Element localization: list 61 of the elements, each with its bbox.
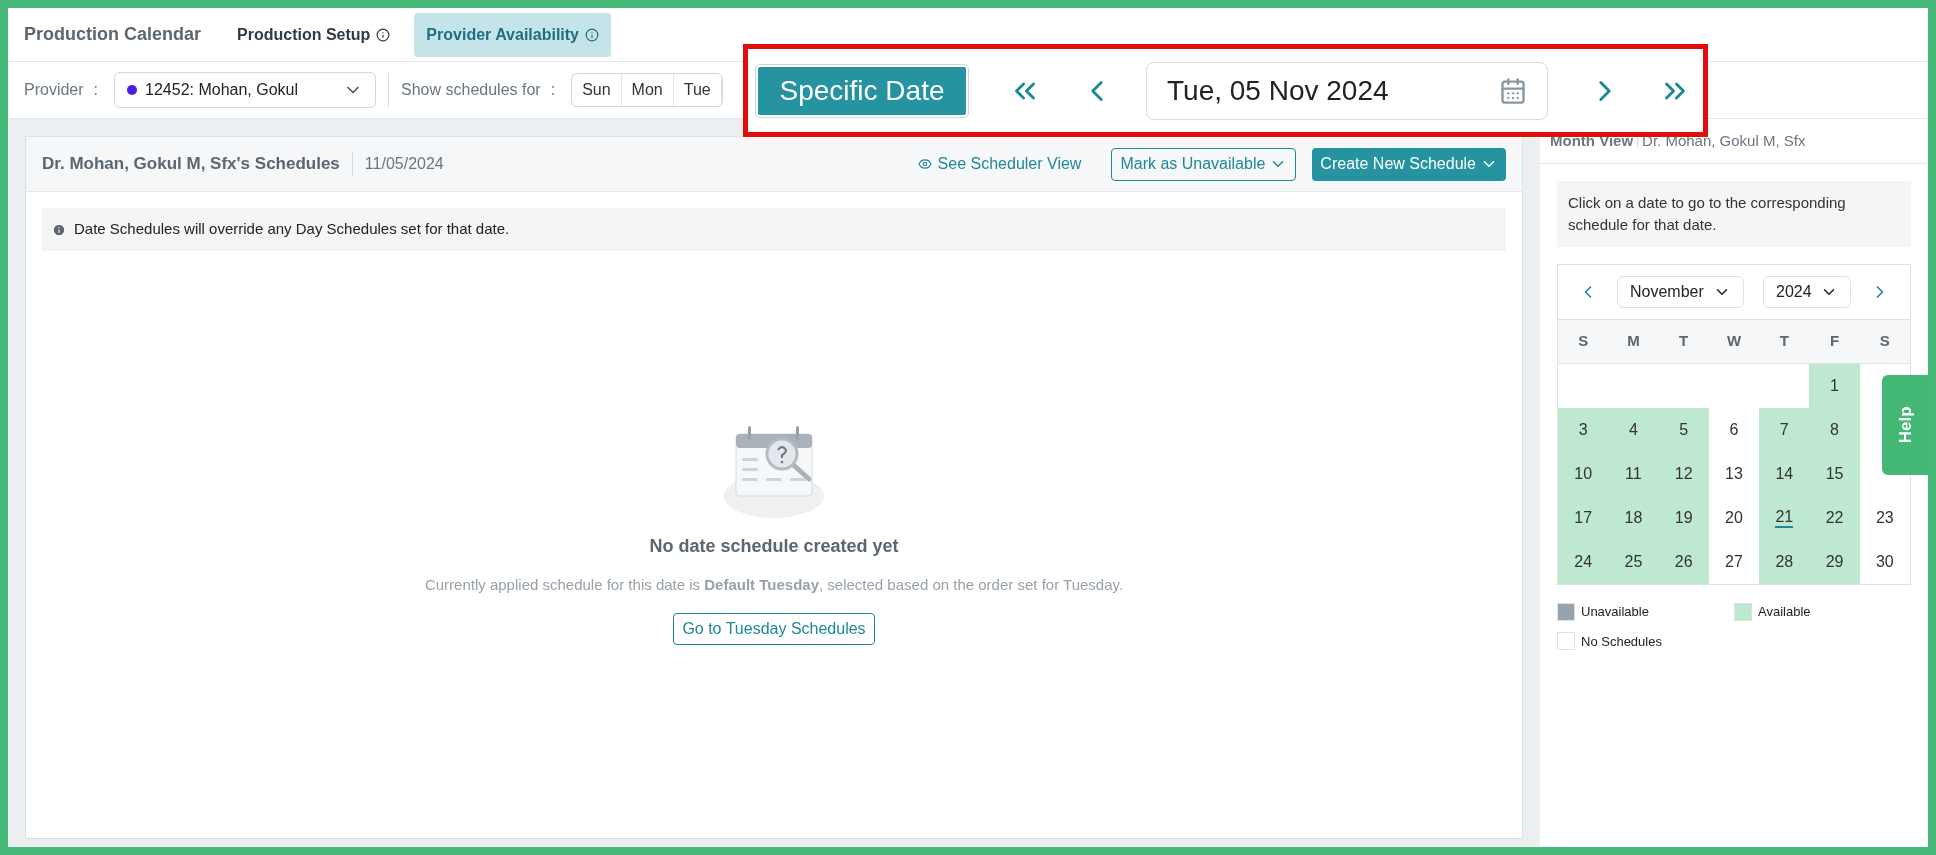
mark-unavailable-button[interactable]: Mark as Unavailable <box>1111 147 1297 181</box>
calendar-day[interactable]: 3 <box>1558 408 1609 452</box>
calendar-day[interactable]: 11 <box>1608 452 1659 496</box>
page-tab[interactable]: Production Setup <box>225 12 403 57</box>
calendar-day[interactable]: 21 <box>1759 496 1810 540</box>
separator: : <box>93 80 99 100</box>
year-dropdown[interactable]: 2024 <box>1763 276 1851 308</box>
empty-heading: No date schedule created yet <box>649 535 899 558</box>
hint-text: Click on a date to go to the corresponding schedule for that date. <box>1568 193 1847 235</box>
weekday-header: S <box>1878 331 1891 352</box>
create-schedule-button[interactable]: Create New Schedule <box>1312 147 1506 181</box>
notice-text: Date Schedules will override any Day Schedules set for that date. <box>74 219 510 240</box>
empty-message: Currently applied schedule for this date is Default Tuesday, selected based on the order set for Tuesday. <box>424 575 1124 595</box>
calendar-day[interactable]: 28 <box>1759 540 1810 584</box>
legend-label: Unavailable <box>1581 603 1649 621</box>
info-icon <box>52 222 66 237</box>
calendar-day[interactable]: 25 <box>1608 540 1659 584</box>
weekday-header: F <box>1828 331 1841 352</box>
calendar-day[interactable]: 10 <box>1558 452 1609 496</box>
separator: : <box>550 80 556 100</box>
calendar-day[interactable]: 22 <box>1809 496 1860 540</box>
calendar-day[interactable]: 15 <box>1809 452 1860 496</box>
day-tab[interactable]: Tue <box>673 74 722 106</box>
panel-title: Dr. Mohan, Gokul M, Sfx's Schedules <box>42 153 340 176</box>
panel-date: 11/05/2024 <box>364 154 445 174</box>
calendar-day[interactable]: 29 <box>1809 540 1860 584</box>
calendar-day[interactable]: 4 <box>1608 408 1659 452</box>
provider-dropdown[interactable]: 12452: Mohan, Gokul <box>114 72 377 108</box>
show-schedules-label: Show schedules for <box>401 80 541 100</box>
calendar-day[interactable]: 17 <box>1558 496 1609 540</box>
day-tab[interactable]: Sun <box>572 74 622 106</box>
calendar-icon <box>1499 76 1527 105</box>
eye-icon <box>917 157 932 171</box>
calendar-day[interactable]: 19 <box>1658 496 1709 540</box>
calendar-day[interactable]: 14 <box>1759 452 1810 496</box>
weekday-header: S <box>1577 331 1590 352</box>
scheduler-view-link[interactable]: See Scheduler View <box>917 152 1082 176</box>
weekday-header: T <box>1778 331 1790 352</box>
month-dropdown[interactable]: November <box>1617 276 1744 308</box>
legend-label: Available <box>1758 603 1811 621</box>
weekday-header: T <box>1678 331 1690 352</box>
calendar-day[interactable]: 12 <box>1658 452 1709 496</box>
day-tab[interactable]: Mon <box>621 74 674 106</box>
date-field[interactable]: Tue, 05 Nov 2024 <box>1146 61 1548 120</box>
page-title: Production Calendar <box>24 23 202 46</box>
legend-label: No Schedules <box>1581 632 1662 651</box>
weekday-header: W <box>1725 331 1743 352</box>
calendar-day[interactable]: 8 <box>1809 408 1860 452</box>
calendar-day[interactable]: 5 <box>1658 408 1709 452</box>
specific-date-button[interactable]: Specific Date <box>756 64 968 117</box>
provider-label: Provider <box>24 80 84 100</box>
calendar-day[interactable]: 7 <box>1759 408 1810 452</box>
weekday-header: M <box>1626 331 1641 352</box>
page-tab[interactable]: Provider Availability <box>414 12 611 57</box>
info-icon <box>376 27 391 42</box>
calendar-day[interactable]: 18 <box>1608 496 1659 540</box>
info-icon <box>585 27 599 42</box>
calendar-day[interactable]: 1 <box>1809 364 1860 408</box>
calendar-day[interactable]: 26 <box>1658 540 1709 584</box>
calendar-day[interactable]: 24 <box>1558 540 1609 584</box>
tuesday-schedules-button[interactable]: Go to Tuesday Schedules <box>673 612 875 645</box>
